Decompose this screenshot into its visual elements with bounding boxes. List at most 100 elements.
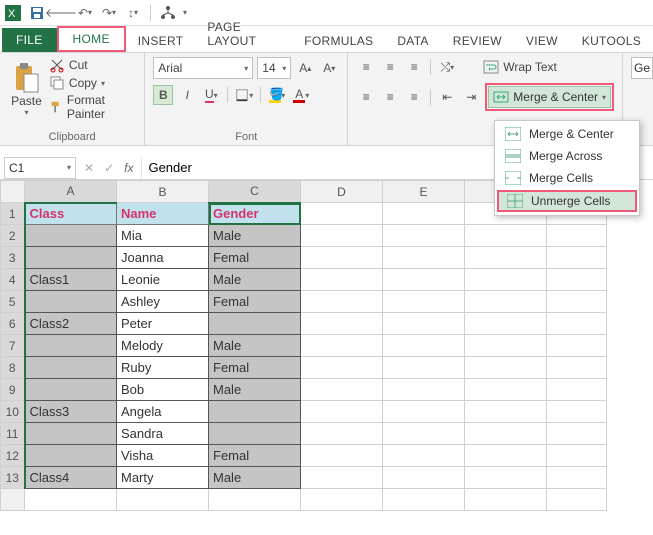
row-header[interactable]: 11 — [1, 423, 25, 445]
undo-button[interactable]: ↶▾ — [76, 4, 94, 22]
cell[interactable]: Male — [209, 335, 301, 357]
cell[interactable] — [383, 445, 465, 467]
col-header-A[interactable]: A — [25, 181, 117, 203]
cell[interactable] — [301, 247, 383, 269]
cell[interactable] — [547, 291, 607, 313]
qat-customize[interactable]: ▾ — [183, 8, 187, 17]
cell[interactable] — [465, 269, 547, 291]
cell[interactable] — [383, 247, 465, 269]
cell[interactable]: Mia — [117, 225, 209, 247]
wrap-text-button[interactable]: Wrap Text — [483, 59, 557, 75]
cell[interactable]: Male — [209, 467, 301, 489]
align-bottom-button[interactable]: ≡ — [404, 57, 424, 77]
cell[interactable] — [547, 247, 607, 269]
cell[interactable]: Male — [209, 269, 301, 291]
row-header[interactable]: 12 — [1, 445, 25, 467]
hierarchy-icon[interactable] — [159, 4, 177, 22]
unmerge-cells-item[interactable]: Unmerge Cells — [497, 190, 637, 212]
row-header[interactable]: 6 — [1, 313, 25, 335]
row-header[interactable]: 4 — [1, 269, 25, 291]
cell[interactable] — [547, 467, 607, 489]
cell[interactable]: Femal — [209, 247, 301, 269]
cell[interactable] — [25, 379, 117, 401]
cell[interactable] — [383, 291, 465, 313]
cell[interactable]: Femal — [209, 445, 301, 467]
italic-button[interactable]: I — [177, 85, 197, 105]
cell[interactable] — [301, 401, 383, 423]
cell[interactable] — [383, 269, 465, 291]
cell[interactable] — [25, 445, 117, 467]
cell[interactable] — [301, 379, 383, 401]
col-header-B[interactable]: B — [117, 181, 209, 203]
cell[interactable]: Leonie — [117, 269, 209, 291]
cell[interactable] — [465, 335, 547, 357]
col-header-E[interactable]: E — [383, 181, 465, 203]
cell[interactable] — [465, 313, 547, 335]
col-header-D[interactable]: D — [301, 181, 383, 203]
cell[interactable]: Ashley — [117, 291, 209, 313]
enter-formula-icon[interactable]: ✓ — [104, 161, 114, 175]
cell[interactable] — [465, 401, 547, 423]
cell[interactable] — [383, 203, 465, 225]
merge-and-center-item[interactable]: Merge & Center — [495, 123, 639, 145]
tab-data[interactable]: DATA — [385, 30, 440, 52]
touch-mode-button[interactable]: ↕▾ — [124, 4, 142, 22]
cell[interactable]: Femal — [209, 357, 301, 379]
underline-button[interactable]: U▾ — [201, 85, 221, 105]
cell[interactable] — [383, 225, 465, 247]
cell[interactable]: Marty — [117, 467, 209, 489]
row-header[interactable]: 1 — [1, 203, 25, 225]
align-center-button[interactable]: ≡ — [380, 87, 400, 107]
orientation-button[interactable]: ⤭▾ — [437, 57, 457, 77]
cell[interactable] — [301, 291, 383, 313]
arrow-icon[interactable]: 🡐 — [52, 4, 70, 22]
cell[interactable] — [383, 379, 465, 401]
cell[interactable]: Visha — [117, 445, 209, 467]
cell[interactable] — [547, 401, 607, 423]
cell[interactable]: Male — [209, 225, 301, 247]
cell[interactable] — [301, 313, 383, 335]
cell[interactable] — [301, 357, 383, 379]
cell[interactable] — [209, 401, 301, 423]
worksheet-grid[interactable]: A B C D E F 1ClassNameGender2MiaMale3Joa… — [0, 180, 653, 511]
tab-file[interactable]: FILE — [2, 28, 57, 52]
row-header[interactable]: 10 — [1, 401, 25, 423]
cell[interactable] — [25, 291, 117, 313]
cell[interactable] — [383, 313, 465, 335]
save-button[interactable] — [28, 4, 46, 22]
decrease-font-button[interactable]: A▾ — [319, 58, 339, 78]
tab-page-layout[interactable]: PAGE LAYOUT — [195, 16, 292, 52]
cell[interactable]: Ruby — [117, 357, 209, 379]
cell[interactable] — [301, 269, 383, 291]
merge-across-item[interactable]: Merge Across — [495, 145, 639, 167]
cell[interactable] — [25, 423, 117, 445]
cell[interactable]: Class1 — [25, 269, 117, 291]
increase-indent-button[interactable]: ⇥ — [461, 87, 481, 107]
align-middle-button[interactable]: ≡ — [380, 57, 400, 77]
align-top-button[interactable]: ≡ — [356, 57, 376, 77]
tab-home[interactable]: HOME — [69, 30, 114, 48]
border-button[interactable]: ▾ — [234, 85, 254, 105]
cell[interactable] — [383, 357, 465, 379]
cell[interactable]: Name — [117, 203, 209, 225]
align-right-button[interactable]: ≡ — [404, 87, 424, 107]
merge-center-button[interactable]: Merge & Center ▾ — [488, 86, 611, 108]
row-header[interactable]: 13 — [1, 467, 25, 489]
cell[interactable]: Femal — [209, 291, 301, 313]
cell[interactable] — [383, 423, 465, 445]
cell[interactable]: Melody — [117, 335, 209, 357]
cell[interactable]: Male — [209, 379, 301, 401]
format-painter-button[interactable]: Format Painter — [49, 93, 136, 121]
font-size-select[interactable]: 14▾ — [257, 57, 291, 79]
merge-cells-item[interactable]: Merge Cells — [495, 167, 639, 189]
number-format-select[interactable]: Ge — [631, 57, 653, 79]
cell[interactable] — [465, 247, 547, 269]
cell[interactable] — [301, 467, 383, 489]
cell[interactable] — [301, 423, 383, 445]
fx-icon[interactable]: fx — [124, 161, 133, 175]
cell[interactable]: Angela — [117, 401, 209, 423]
cell[interactable] — [547, 445, 607, 467]
row-header[interactable]: 8 — [1, 357, 25, 379]
cell[interactable]: Joanna — [117, 247, 209, 269]
cell[interactable] — [547, 225, 607, 247]
